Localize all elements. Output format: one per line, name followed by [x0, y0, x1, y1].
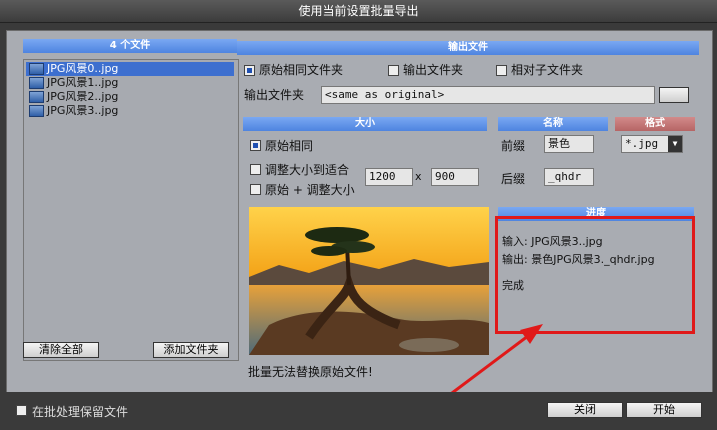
export-dialog: 使用当前设置批量导出 4 个文件 JPG风景0..jpg JPG风景1..jpg…: [0, 0, 717, 430]
footer-bar: 在批处理保留文件 关闭 开始: [0, 392, 717, 430]
keep-files-label: 在批处理保留文件: [32, 405, 129, 419]
start-button[interactable]: 开始: [626, 402, 702, 418]
keep-files-checkbox[interactable]: [16, 405, 27, 416]
annotation-arrow: [439, 324, 543, 404]
close-button[interactable]: 关闭: [547, 402, 623, 418]
